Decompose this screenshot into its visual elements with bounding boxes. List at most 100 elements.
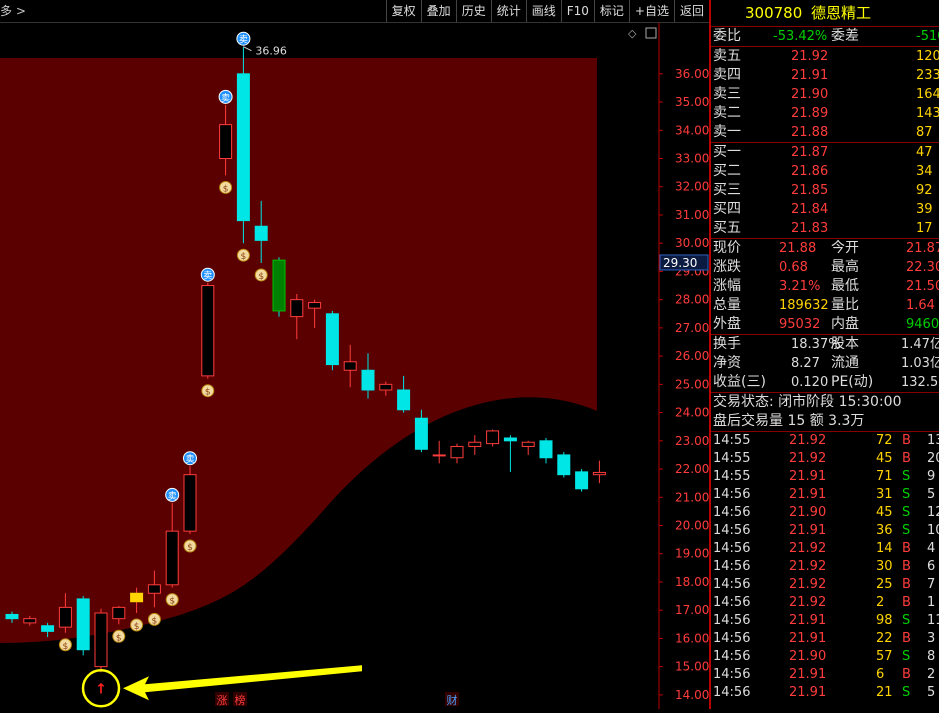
diff-label: 委差	[831, 28, 859, 44]
tick-volume: 45	[876, 451, 893, 466]
toolbar-button-7[interactable]: +自选	[628, 0, 674, 22]
money-bag-text: $	[241, 252, 247, 262]
price-axis-label: 19.00	[675, 547, 709, 561]
candle-body	[592, 471, 606, 476]
current-price-label: 29.30	[663, 256, 697, 270]
money-bag-text: $	[205, 388, 211, 398]
tick-row: 14:56 21.90 45 S 12	[711, 504, 939, 522]
tick-price: 21.92	[789, 541, 827, 556]
tick-volume: 57	[876, 649, 893, 664]
candle-body	[361, 369, 375, 391]
asks-row: 卖五 21.92 120	[711, 47, 939, 66]
toolbar-button-1[interactable]: 叠加	[420, 0, 456, 22]
tick-row: 14:56 21.91 36 S 10	[711, 522, 939, 540]
tick-count: 9	[927, 469, 936, 484]
toolbar-button-4[interactable]: 画线	[525, 0, 561, 22]
stat-value-2: 21.87	[906, 241, 939, 256]
price-axis-label: 27.00	[675, 321, 709, 335]
bids-volume: 17	[916, 221, 933, 236]
toolbar-button-6[interactable]: 标记	[593, 0, 629, 22]
tick-count: 13	[927, 433, 939, 448]
tick-count: 7	[927, 577, 936, 592]
candle-body	[450, 445, 464, 459]
asks-price: 21.91	[791, 68, 829, 83]
asks-price: 21.89	[791, 106, 829, 121]
tick-volume: 6	[876, 667, 885, 682]
tick-row: 14:56 21.91 31 S 5	[711, 486, 939, 504]
stat-row: 现价 21.88 今开 21.87	[711, 239, 939, 258]
tick-count: 8	[927, 649, 936, 664]
share-value-2: 1.47亿	[901, 337, 939, 352]
quote-panel: 300780 德恩精工 委比 -53.42% 委差 -510 卖五21.9212…	[711, 0, 939, 709]
toolbar-button-8[interactable]: 返回	[673, 0, 709, 22]
money-bag-text: $	[134, 622, 140, 632]
tick-price: 21.92	[789, 559, 827, 574]
candle-body	[290, 299, 304, 318]
stat-value-2: 22.30	[906, 260, 939, 275]
stat-label: 外盘	[713, 316, 741, 332]
asks-price: 21.88	[791, 125, 829, 140]
tick-volume: 2	[876, 595, 885, 610]
tick-price: 21.91	[789, 469, 827, 484]
money-bag-text: $	[187, 543, 193, 553]
candle-body	[308, 301, 322, 309]
tick-count: 3	[927, 631, 936, 646]
bids-row: 买二 21.86 34	[711, 162, 939, 181]
price-axis-label: 32.00	[675, 180, 709, 194]
diff-value: -510	[916, 29, 939, 44]
price-axis-label: 18.00	[675, 575, 709, 589]
status-line: 交易状态: 闭市阶段 15:30:00	[713, 394, 902, 410]
share-label-2: 股本	[831, 336, 859, 352]
bids-label: 买三	[713, 182, 741, 198]
stat-value: 3.21%	[779, 279, 821, 294]
stat-value: 189632	[779, 298, 829, 313]
bids-price: 21.86	[791, 164, 829, 179]
order-ratio-row: 委比 -53.42% 委差 -510	[711, 27, 939, 46]
tick-volume: 98	[876, 613, 893, 628]
bottom-tag: 涨	[217, 694, 228, 707]
toolbar-button-3[interactable]: 统计	[490, 0, 526, 22]
tick-side: B	[902, 577, 911, 592]
candle-body	[112, 606, 126, 620]
tick-time: 14:56	[713, 685, 751, 700]
price-axis-label: 34.00	[675, 123, 709, 137]
price-axis-label: 21.00	[675, 490, 709, 504]
bids-label: 买一	[713, 144, 741, 160]
tick-count: 20	[927, 451, 939, 466]
bids-label: 买五	[713, 220, 741, 236]
tick-time: 14:55	[713, 451, 751, 466]
tick-side: B	[902, 631, 911, 646]
tick-time: 14:55	[713, 433, 751, 448]
share-label: 净资	[713, 355, 741, 371]
bids-row: 买五 21.83 17	[711, 219, 939, 238]
candle-body	[397, 389, 411, 411]
candle-body	[379, 383, 393, 391]
buy-arrow-icon: ↑	[95, 681, 107, 697]
tick-list[interactable]: 14:5521.9272B1314:5521.9245B2014:5521.91…	[711, 431, 939, 702]
tick-side: B	[902, 595, 911, 610]
ask-levels: 卖五 21.92 120 卖四 21.91 233 卖三 21.90 164 卖二 21.89 143…	[711, 46, 939, 142]
toolbar-button-5[interactable]: F10	[560, 0, 594, 22]
share-label-2: PE(动)	[831, 374, 874, 390]
share-value-2: 132.5	[901, 375, 939, 390]
tick-row: 14:56 21.92 25 B 7	[711, 576, 939, 594]
tick-row: 14:56 21.91 22 B 3	[711, 630, 939, 648]
candle-body	[41, 625, 55, 632]
toolbar-button-2[interactable]: 历史	[455, 0, 491, 22]
chart-toolbar: 多 > 复权 叠加 历史 统计 画线 F10 标记 +自选 返回	[0, 0, 709, 23]
tick-price: 21.91	[789, 523, 827, 538]
kline-chart[interactable]: 36.00 35.00 34.00 33.00 32.00 31.00 30.00 29.00…	[0, 23, 709, 709]
candle-body	[575, 471, 589, 490]
tick-price: 21.92	[789, 433, 827, 448]
tick-price: 21.90	[789, 649, 827, 664]
tick-price: 21.91	[789, 631, 827, 646]
price-axis-label: 16.00	[675, 631, 709, 645]
tick-row: 14:56 21.90 57 S 8	[711, 648, 939, 666]
toolbar-button-0[interactable]: 复权	[385, 0, 421, 22]
asks-volume: 87	[916, 125, 933, 140]
tick-price: 21.91	[789, 613, 827, 628]
stock-header: 300780 德恩精工	[711, 0, 939, 27]
price-axis-label: 35.00	[675, 95, 709, 109]
stat-label: 现价	[713, 240, 741, 256]
toolbar-more-label[interactable]: 多 >	[0, 2, 26, 19]
